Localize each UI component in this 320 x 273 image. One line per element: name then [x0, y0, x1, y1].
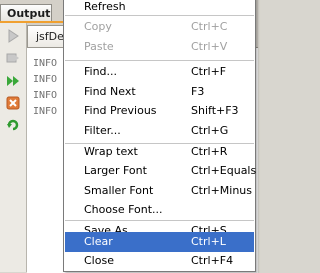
menu-item-wrap-text[interactable]: Wrap text Ctrl+R [65, 142, 254, 162]
refresh-icon [7, 119, 19, 131]
menu-separator [65, 15, 254, 16]
context-menu: Refresh Copy Ctrl+C Paste Ctrl+V Find...… [63, 0, 256, 272]
menu-item-paste: Paste Ctrl+V [65, 37, 254, 57]
menu-item-copy: Copy Ctrl+C [65, 17, 254, 37]
menu-separator [65, 60, 254, 61]
refresh-button[interactable] [5, 117, 21, 133]
menu-item-label: Close [84, 254, 114, 267]
menu-item-close[interactable]: Close Ctrl+F4 [65, 251, 254, 271]
menu-item-shortcut: Ctrl+Equals [191, 164, 257, 177]
output-toolbar [0, 23, 27, 272]
menu-item-find-previous[interactable]: Find Previous Shift+F3 [65, 101, 254, 121]
log-line: INFO [33, 74, 58, 85]
menu-item-label: Paste [84, 40, 114, 53]
menu-item-shortcut: Ctrl+V [191, 40, 228, 53]
menu-item-label: Clear [84, 235, 113, 248]
output-title-tab[interactable]: Output [0, 4, 52, 22]
stop-icon [6, 53, 19, 63]
fast-forward-icon [7, 76, 19, 86]
log-line: INFO [33, 90, 58, 101]
menu-item-shortcut: Ctrl+F4 [191, 254, 234, 267]
menu-item-label: Wrap text [84, 145, 138, 158]
menu-item-shortcut: Ctrl+F [191, 65, 227, 78]
menu-item-shortcut: Ctrl+C [191, 20, 228, 33]
play-icon [8, 29, 19, 43]
menu-item-shortcut: Ctrl+Minus [191, 184, 253, 197]
rerun-button[interactable] [5, 28, 21, 44]
menu-item-label: Find... [84, 65, 118, 78]
close-icon [6, 96, 20, 110]
rerun-with-options-button[interactable] [5, 50, 21, 66]
menu-item-label: Choose Font... [84, 203, 163, 216]
menu-item-shortcut: F3 [191, 85, 205, 98]
menu-item-label: Copy [84, 20, 112, 33]
menu-item-clear[interactable]: Clear Ctrl+L [65, 232, 254, 252]
stop-button[interactable] [5, 95, 21, 111]
menu-item-shortcut: Ctrl+G [191, 124, 229, 137]
menu-item-smaller-font[interactable]: Smaller Font Ctrl+Minus [65, 181, 254, 201]
continue-button[interactable] [5, 73, 21, 89]
menu-item-choose-font[interactable]: Choose Font... [65, 200, 254, 220]
output-title: Output [7, 7, 51, 20]
menu-item-label: Smaller Font [84, 184, 154, 197]
menu-item-shortcut: Ctrl+R [191, 145, 228, 158]
menu-item-label: Refresh [84, 0, 126, 13]
menu-item-find-next[interactable]: Find Next F3 [65, 82, 254, 102]
menu-item-filter[interactable]: Filter... Ctrl+G [65, 121, 254, 141]
log-line: INFO [33, 58, 58, 69]
menu-item-label: Filter... [84, 124, 121, 137]
menu-item-find[interactable]: Find... Ctrl+F [65, 62, 254, 82]
menu-item-label: Find Previous [84, 104, 157, 117]
menu-item-label: Larger Font [84, 164, 147, 177]
menu-item-shortcut: Ctrl+L [191, 235, 226, 248]
menu-item-shortcut: Shift+F3 [191, 104, 239, 117]
menu-item-larger-font[interactable]: Larger Font Ctrl+Equals [65, 161, 257, 181]
log-line: INFO [33, 106, 58, 117]
menu-item-label: Find Next [84, 85, 136, 98]
